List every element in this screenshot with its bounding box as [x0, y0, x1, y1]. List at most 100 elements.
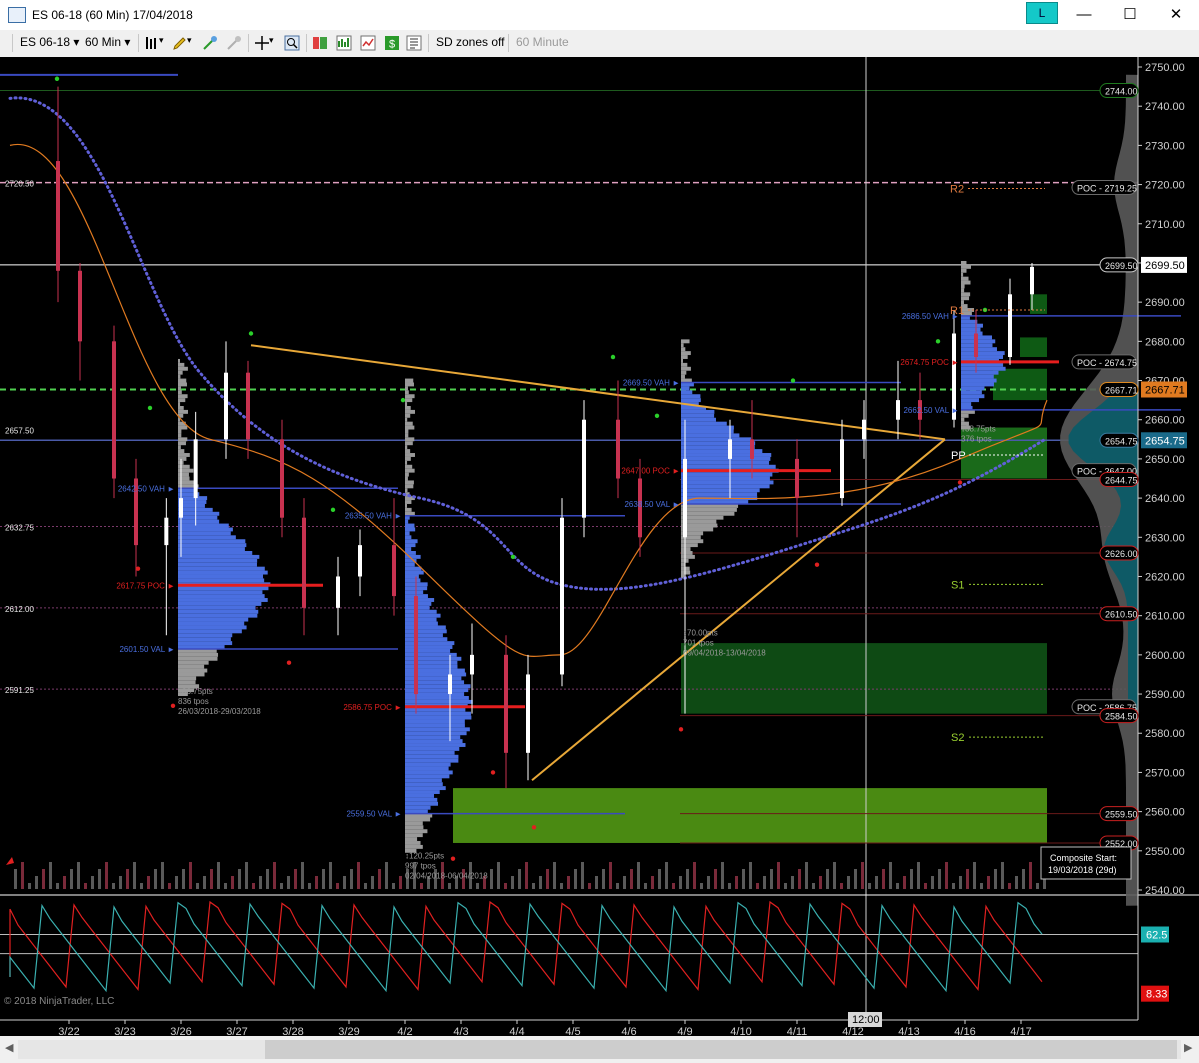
candle[interactable] [840, 419, 844, 506]
candle[interactable] [358, 529, 362, 597]
candle[interactable] [246, 360, 250, 459]
candle[interactable] [526, 654, 530, 781]
candle[interactable] [134, 458, 138, 577]
candle-body [470, 654, 474, 675]
profile-level-label: 2662.50 VAL ► [903, 406, 959, 415]
profile-row [405, 417, 408, 422]
profile-row [178, 366, 188, 371]
candle[interactable] [862, 400, 866, 459]
candle[interactable] [560, 498, 564, 687]
candle[interactable] [336, 556, 340, 636]
volume-bar [784, 883, 787, 889]
profile-row [961, 382, 994, 387]
profile-row [405, 460, 408, 465]
horizontal-scrollbar[interactable]: ◀ ▶ [0, 1036, 1199, 1063]
volume-bar [112, 883, 115, 889]
profile-row [178, 578, 265, 583]
candle[interactable] [414, 576, 418, 714]
volume-bar [245, 862, 248, 889]
maximize-button[interactable]: ☐ [1107, 0, 1153, 30]
candle[interactable] [112, 325, 116, 499]
chevron-down-icon[interactable]: ▾ [187, 35, 192, 46]
volume-bar [49, 862, 52, 889]
crosshair-icon[interactable] [254, 35, 270, 51]
profile-row [178, 445, 181, 450]
scroll-left-icon[interactable]: ◀ [5, 1041, 13, 1054]
chart-panel[interactable]: 62.5 8.33 2540.00 2550.00 2560.00 2570.00 258… [0, 57, 1199, 1038]
profile-row [961, 351, 1005, 356]
profile-row [405, 817, 431, 822]
scroll-right-icon[interactable]: ▶ [1184, 1041, 1192, 1054]
properties-icon[interactable] [406, 35, 422, 51]
signal-dot [957, 480, 963, 485]
data-box-icon[interactable] [312, 35, 328, 51]
profile-row [405, 574, 419, 579]
volume-bar [287, 876, 290, 889]
profile-row [405, 633, 443, 638]
candle[interactable] [616, 380, 620, 499]
profile-row [405, 735, 461, 740]
interval-selector[interactable]: 60 Min ▾ [85, 35, 130, 49]
axis-value-text: 2667.71 [1145, 384, 1185, 396]
price-chart-svg[interactable]: 62.5 8.33 2540.00 2550.00 2560.00 2570.00 258… [0, 57, 1199, 1038]
time-tick-label: 3/23 [114, 1026, 135, 1036]
profile-row [405, 790, 440, 794]
remove-drawing-icon[interactable] [226, 35, 242, 51]
profile-row [961, 398, 980, 403]
instrument-selector[interactable]: ES 06-18 ▾ [20, 35, 79, 49]
profile-row [405, 429, 409, 434]
candle[interactable] [302, 498, 306, 636]
volume-bar [980, 883, 983, 889]
candle-body [1008, 294, 1012, 358]
profile-row [681, 339, 690, 344]
candle[interactable] [56, 86, 60, 303]
axis-value-text: 2654.75 [1145, 435, 1185, 447]
volume-bar [266, 869, 269, 889]
candle[interactable] [1008, 278, 1012, 365]
candle[interactable] [224, 341, 228, 459]
price-tag-text: 2644.75 [1105, 475, 1138, 485]
zoom-icon[interactable] [284, 35, 300, 51]
profile-row [178, 652, 219, 657]
profile-row [681, 421, 727, 426]
candle[interactable] [896, 360, 900, 440]
profile-row [405, 484, 414, 489]
profile-row [178, 664, 205, 669]
pencil-icon[interactable] [172, 35, 188, 51]
close-button[interactable]: ✕ [1153, 0, 1199, 30]
add-indicator-icon[interactable] [202, 35, 218, 51]
profile-row [178, 394, 188, 399]
minimize-button[interactable]: — [1061, 0, 1107, 30]
dollar-icon[interactable]: $ [384, 35, 400, 51]
indicators-icon[interactable] [336, 35, 352, 51]
candle[interactable] [582, 400, 586, 538]
axis-tick-label: 2580.00 [1145, 728, 1185, 740]
signal-dot [531, 825, 537, 830]
price-tag-text: 2654.75 [1105, 436, 1138, 446]
candle[interactable] [164, 498, 169, 636]
profile-row [681, 425, 734, 430]
link-button[interactable]: L [1026, 2, 1058, 24]
volume-bar [735, 876, 738, 889]
candle-body [840, 439, 844, 499]
volume-bar [126, 869, 129, 889]
candle-body [896, 400, 900, 420]
volume-bar [616, 883, 619, 889]
profile-row [405, 519, 409, 524]
sd-zones-button[interactable]: SD zones off [436, 35, 504, 49]
candle[interactable] [78, 262, 82, 381]
candle[interactable] [504, 635, 508, 789]
scrollbar-thumb[interactable] [265, 1040, 1177, 1059]
time-tick-label: 4/17 [1010, 1026, 1031, 1036]
chevron-down-icon[interactable]: ▾ [269, 35, 274, 46]
candle[interactable] [280, 419, 284, 538]
chart-style-icon[interactable] [144, 35, 160, 51]
candle-body [56, 161, 60, 271]
profile-row [961, 402, 972, 406]
chevron-down-icon[interactable]: ▾ [159, 35, 164, 46]
crosshair-time-text: 12:00 [852, 1014, 880, 1026]
profile-row [178, 574, 263, 579]
time-tick-label: 4/11 [787, 1026, 808, 1036]
strategies-icon[interactable] [360, 35, 376, 51]
candle[interactable] [795, 439, 799, 538]
